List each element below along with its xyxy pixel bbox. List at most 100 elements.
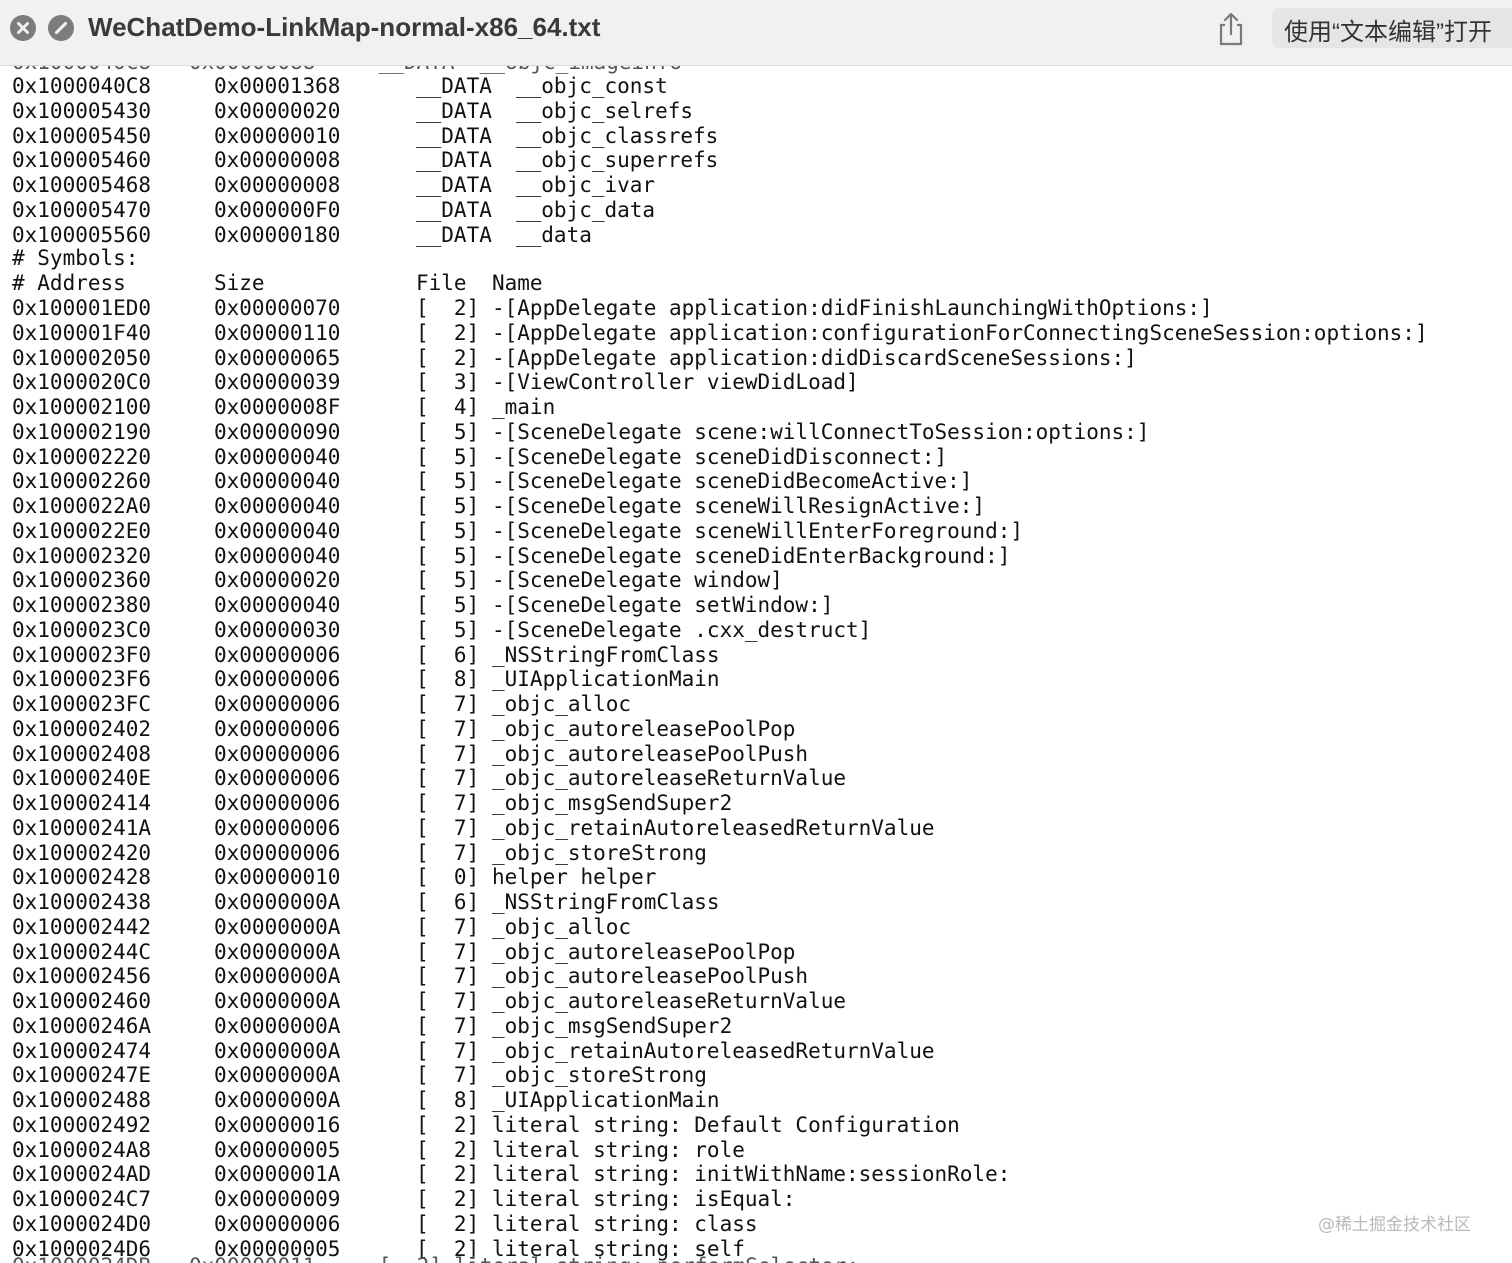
symbol-address: 0x1000023FC xyxy=(12,692,152,716)
symbol-address: 0x100002320 xyxy=(12,543,152,568)
symbol-row: 0x100002420 0x00000006 [ 7] _objc_storeStro… xyxy=(12,841,707,866)
symbol-name: -[SceneDelegate scene:willConnectToSessi… xyxy=(492,419,1150,444)
symbol-file: [ 5] xyxy=(416,593,480,617)
symbol-file: [ 6] xyxy=(416,890,480,914)
symbol-file: [ 2] xyxy=(416,1112,480,1137)
symbol-name: -[SceneDelegate sceneWillResignActive:] xyxy=(492,494,986,518)
symbols-column-headers: # Address Size File Name xyxy=(12,271,543,296)
symbol-file: [ 7] xyxy=(416,1038,480,1063)
symbol-file: [ 7] xyxy=(416,1013,480,1038)
symbol-address: 0x100001ED0 xyxy=(12,296,152,320)
window-titlebar: WeChatDemo-LinkMap-normal-x86_64.txt 使用“… xyxy=(0,0,1512,66)
symbol-file: [ 5] xyxy=(416,444,480,469)
symbol-size: 0x0000000A xyxy=(214,1038,341,1063)
symbol-row: 0x100002474 0x0000000A [ 7] _objc_retainAut… xyxy=(12,1039,935,1064)
symbol-row: 0x10000246A 0x0000000A [ 7] _objc_msgSendSu… xyxy=(12,1014,732,1039)
open-with-textedit-button[interactable]: 使用“文本编辑”打开 xyxy=(1272,8,1512,48)
symbol-name: literal string: isEqual: xyxy=(492,1187,796,1211)
symbol-size: 0x00000006 xyxy=(214,1211,341,1236)
symbol-row: 0x1000024A8 0x00000005 [ 2] literal string:… xyxy=(12,1138,745,1163)
minimize-icon xyxy=(54,21,68,35)
symbol-name: _objc_alloc xyxy=(492,914,632,939)
section-size: 0x00000008 xyxy=(214,148,341,173)
symbol-row: 0x1000022A0 0x00000040 [ 5] -[SceneDelegate… xyxy=(12,494,985,519)
symbol-name: _NSStringFromClass xyxy=(492,642,720,667)
watermark: @稀土掘金技术社区 xyxy=(1318,1215,1471,1235)
symbol-file: [ 7] xyxy=(416,964,480,989)
symbol-name: _objc_msgSendSuper2 xyxy=(492,791,733,815)
symbol-row: 0x100002408 0x00000006 [ 7] _objc_autorelea… xyxy=(12,742,808,767)
symbol-row: 0x10000244C 0x0000000A [ 7] _objc_autorelea… xyxy=(12,940,795,965)
section-name: __objc_data xyxy=(516,197,656,222)
symbol-address: 0x100002428 xyxy=(12,865,152,890)
symbol-row: 0x100002220 0x00000040 [ 5] -[SceneDelegate… xyxy=(12,445,947,470)
symbol-name: literal string: class xyxy=(492,1211,758,1236)
section-row: 0x100005460 0x00000008 __DATA __objc_superr… xyxy=(12,148,718,173)
symbol-file: [ 7] xyxy=(416,815,480,840)
symbol-file: [ 5] xyxy=(416,469,480,494)
symbol-row: 0x100002428 0x00000010 [ 0] helper helper xyxy=(12,865,656,890)
symbol-address: 0x100002414 xyxy=(12,791,152,815)
section-name: __objc_superrefs xyxy=(516,148,719,173)
column-file: File xyxy=(416,271,467,295)
symbol-name: _objc_autoreleaseReturnValue xyxy=(492,989,847,1013)
symbol-address: 0x10000247E xyxy=(12,1063,152,1088)
section-address: 0x100005468 xyxy=(12,173,152,197)
symbol-name: -[AppDelegate application:didFinishLaunc… xyxy=(492,296,1213,320)
symbol-address: 0x100002050 xyxy=(12,345,152,370)
symbol-size: 0x00000005 xyxy=(214,1137,341,1162)
symbol-address: 0x100002460 xyxy=(12,989,152,1013)
symbol-file: [ 5] xyxy=(416,617,480,642)
symbol-size: 0x0000000A xyxy=(214,989,341,1013)
symbol-file: [ 7] xyxy=(416,716,480,741)
partial-line: 0x1000024DB 0x00000011 [ 2] literal stri… xyxy=(12,1254,859,1263)
symbol-row: 0x100002442 0x0000000A [ 7] _objc_alloc xyxy=(12,915,631,940)
symbol-address: 0x100002442 xyxy=(12,914,152,939)
symbol-address: 0x1000023F6 xyxy=(12,667,152,692)
share-icon xyxy=(1219,12,1243,46)
symbol-size: 0x00000030 xyxy=(214,617,341,642)
symbol-file: [ 2] xyxy=(416,1162,480,1187)
symbol-size: 0x0000000A xyxy=(214,964,341,989)
section-segment: __DATA xyxy=(416,123,492,148)
symbol-name: _UIApplicationMain xyxy=(492,667,720,692)
close-button[interactable] xyxy=(10,15,36,41)
symbol-file: [ 2] xyxy=(416,320,480,345)
symbol-address: 0x100002488 xyxy=(12,1088,152,1112)
symbol-file: [ 8] xyxy=(416,667,480,692)
symbol-name: literal string: role xyxy=(492,1137,745,1162)
symbol-row: 0x100002456 0x0000000A [ 7] _objc_autorelea… xyxy=(12,964,808,989)
symbol-address: 0x100002220 xyxy=(12,444,152,469)
symbol-row: 0x100002360 0x00000020 [ 5] -[SceneDelegate… xyxy=(12,568,783,593)
symbol-size: 0x00000040 xyxy=(214,444,341,469)
section-address: 0x100005430 xyxy=(12,98,152,123)
symbol-name: -[ViewController viewDidLoad] xyxy=(492,370,859,395)
symbol-name: -[AppDelegate application:configurationF… xyxy=(492,320,1428,345)
share-button[interactable] xyxy=(1214,10,1248,48)
section-row: 0x100005468 0x00000008 __DATA __objc_ivar xyxy=(12,173,655,198)
symbol-row: 0x100002402 0x00000006 [ 7] _objc_autorelea… xyxy=(12,717,795,742)
symbol-name: -[SceneDelegate sceneDidEnterBackground:… xyxy=(492,543,1011,568)
symbol-file: [ 7] xyxy=(416,989,480,1013)
symbol-row: 0x100002380 0x00000040 [ 5] -[SceneDelegate… xyxy=(12,593,833,618)
symbol-row: 0x10000241A 0x00000006 [ 7] _objc_retainAut… xyxy=(12,816,935,841)
symbol-file: [ 5] xyxy=(416,419,480,444)
symbol-name: _NSStringFromClass xyxy=(492,890,720,914)
symbol-file: [ 2] xyxy=(416,345,480,370)
symbol-file: [ 7] xyxy=(416,766,480,791)
symbol-size: 0x00000006 xyxy=(214,766,341,791)
symbol-size: 0x00000039 xyxy=(214,370,341,395)
symbol-file: [ 8] xyxy=(416,1088,480,1112)
minimize-button[interactable] xyxy=(48,15,74,41)
symbol-row: 0x100002414 0x00000006 [ 7] _objc_msgSendSu… xyxy=(12,791,732,816)
section-row: 0x100005470 0x000000F0 __DATA __objc_data xyxy=(12,198,655,223)
symbol-size: 0x00000020 xyxy=(214,568,341,593)
symbol-address: 0x1000022A0 xyxy=(12,494,152,518)
symbol-name: -[SceneDelegate window] xyxy=(492,568,783,593)
symbol-address: 0x10000240E xyxy=(12,766,152,791)
section-address: 0x100005560 xyxy=(12,222,152,247)
symbol-address: 0x100002438 xyxy=(12,890,152,914)
symbol-name: -[SceneDelegate sceneDidBecomeActive:] xyxy=(492,469,973,494)
symbol-row: 0x100002050 0x00000065 [ 2] -[AppDelegate a… xyxy=(12,346,1137,371)
symbol-address: 0x10000241A xyxy=(12,815,152,840)
